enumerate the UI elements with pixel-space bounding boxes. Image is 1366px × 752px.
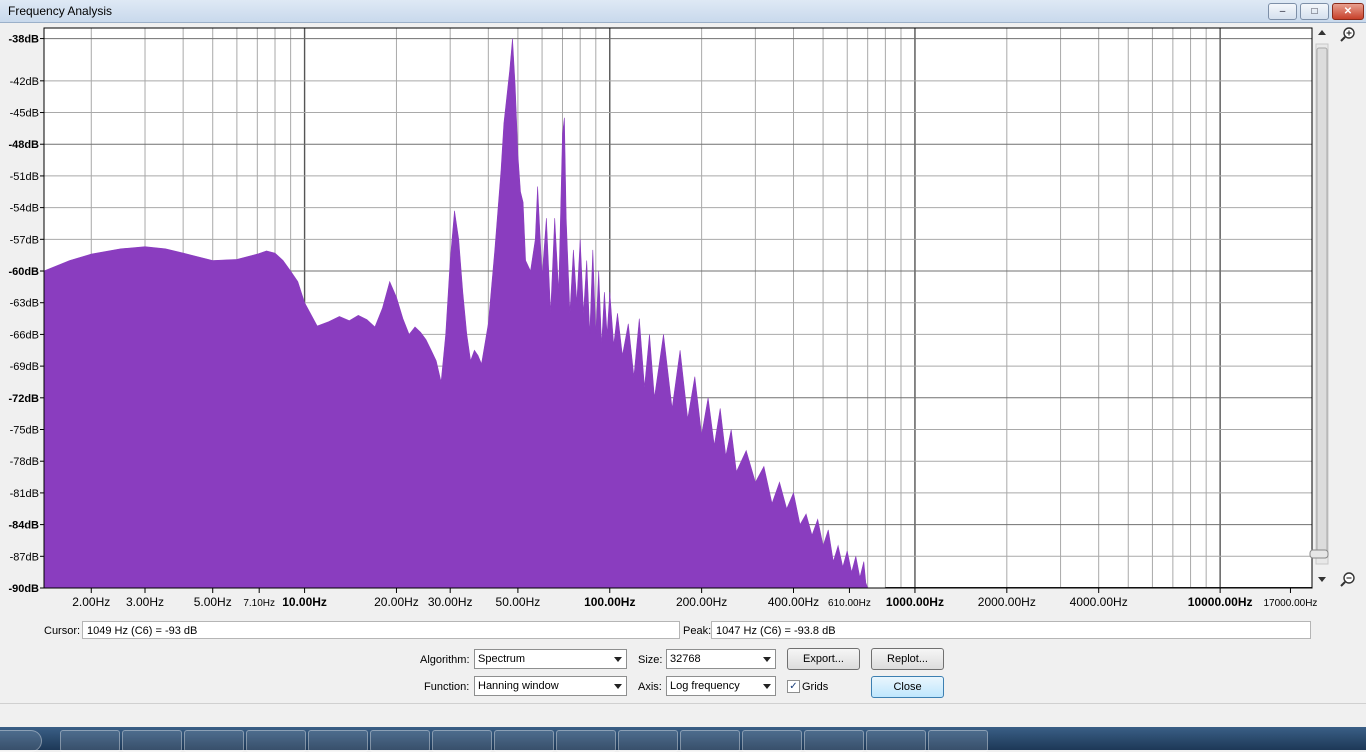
x-tick-label: 610.00Hz [828, 598, 871, 609]
size-selected-value: 32768 [670, 653, 701, 665]
taskbar-item[interactable] [680, 730, 740, 752]
x-tick-label: 2.00Hz [72, 595, 110, 609]
peak-label: Peak: [683, 625, 712, 637]
y-tick-label: -78dB [10, 456, 39, 468]
taskbar-item[interactable] [184, 730, 244, 752]
y-tick-label: -54dB [10, 203, 39, 215]
x-tick-label: 1000.00Hz [886, 595, 944, 609]
function-label: Function: [424, 681, 470, 693]
x-tick-label: 5.00Hz [194, 595, 232, 609]
close-window-button[interactable]: ✕ [1332, 3, 1364, 20]
x-tick-label: 30.00Hz [428, 595, 473, 609]
x-tick-label: 100.00Hz [584, 595, 635, 609]
taskbar-item[interactable] [432, 730, 492, 752]
taskbar-item[interactable] [928, 730, 988, 752]
x-tick-label: 2000.00Hz [978, 595, 1036, 609]
y-tick-label: -42dB [10, 76, 39, 88]
status-bar [0, 703, 1366, 728]
start-button[interactable] [0, 730, 42, 752]
taskbar-item[interactable] [308, 730, 368, 752]
y-tick-label: -90dB [8, 583, 39, 595]
y-tick-label: -48dB [8, 139, 39, 151]
taskbar-item[interactable] [804, 730, 864, 752]
minimize-button[interactable]: – [1268, 3, 1297, 20]
taskbar [0, 727, 1366, 752]
y-tick-label: -84dB [8, 520, 39, 532]
cursor-readout: 1049 Hz (C6) = -93 dB [82, 621, 680, 639]
chevron-down-icon [763, 684, 771, 689]
function-select[interactable]: Hanning window [474, 676, 627, 696]
algorithm-selected-value: Spectrum [478, 653, 526, 665]
y-tick-label: -81dB [10, 488, 39, 500]
x-tick-label: 17000.00Hz [1263, 598, 1317, 609]
taskbar-item[interactable] [742, 730, 802, 752]
algorithm-select[interactable]: Spectrum [474, 649, 627, 669]
maximize-button[interactable]: □ [1300, 3, 1329, 20]
y-tick-label: -38dB [8, 34, 39, 46]
y-tick-label: -72dB [8, 393, 39, 405]
close-icon: ✕ [1343, 6, 1353, 17]
y-tick-label: -66dB [10, 329, 39, 341]
y-tick-label: -69dB [10, 361, 39, 373]
y-tick-label: -45dB [10, 108, 39, 120]
replot-button[interactable]: Replot... [871, 648, 944, 670]
y-tick-label: -87dB [10, 551, 39, 563]
spectrum-chart[interactable]: -38dB -42dB -45dB -48dB -51dB -54dB -57dB -60dB… [0, 24, 1366, 614]
x-tick-label: 3.00Hz [126, 595, 164, 609]
taskbar-item[interactable] [556, 730, 616, 752]
taskbar-item[interactable] [494, 730, 554, 752]
zoom-scrollbar-thumb[interactable] [1316, 47, 1328, 559]
window-title: Frequency Analysis [8, 4, 113, 18]
taskbar-item[interactable] [122, 730, 182, 752]
axis-selected-value: Log frequency [670, 680, 740, 692]
maximize-icon: □ [1311, 6, 1318, 17]
axis-label: Axis: [638, 681, 662, 693]
grids-checkbox[interactable]: ✓ [787, 680, 800, 693]
chevron-down-icon [614, 684, 622, 689]
window-titlebar: Frequency Analysis – □ ✕ [0, 0, 1366, 23]
x-tick-label: 20.00Hz [374, 595, 419, 609]
export-button[interactable]: Export... [787, 648, 860, 670]
taskbar-item[interactable] [866, 730, 926, 752]
grids-label: Grids [802, 681, 829, 693]
y-tick-label: -63dB [10, 298, 39, 310]
x-tick-label: 200.00Hz [676, 595, 727, 609]
size-label: Size: [638, 654, 663, 666]
x-tick-label: 400.00Hz [768, 595, 819, 609]
y-tick-label: -51dB [10, 171, 39, 183]
algorithm-label: Algorithm: [420, 654, 470, 666]
x-tick-label: 4000.00Hz [1070, 595, 1128, 609]
chevron-down-icon [614, 657, 622, 662]
y-tick-label: -75dB [10, 425, 39, 437]
taskbar-item[interactable] [370, 730, 430, 752]
function-selected-value: Hanning window [478, 680, 559, 692]
taskbar-item[interactable] [246, 730, 306, 752]
zoom-slider-handle[interactable] [1309, 549, 1329, 559]
y-tick-label: -60dB [8, 266, 39, 278]
cursor-label: Cursor: [44, 625, 81, 637]
minimize-icon: – [1279, 6, 1286, 17]
x-tick-label: 50.00Hz [496, 595, 541, 609]
chevron-down-icon [763, 657, 771, 662]
taskbar-item[interactable] [618, 730, 678, 752]
size-select[interactable]: 32768 [666, 649, 776, 669]
x-tick-label: 10.00Hz [282, 595, 327, 609]
peak-readout: 1047 Hz (C6) = -93.8 dB [711, 621, 1311, 639]
axis-select[interactable]: Log frequency [666, 676, 776, 696]
taskbar-item[interactable] [60, 730, 120, 752]
y-tick-label: -57dB [10, 234, 39, 246]
x-tick-label: 10000.00Hz [1188, 595, 1253, 609]
close-button[interactable]: Close [871, 676, 944, 698]
x-tick-label: 7.10Hz [243, 598, 275, 609]
